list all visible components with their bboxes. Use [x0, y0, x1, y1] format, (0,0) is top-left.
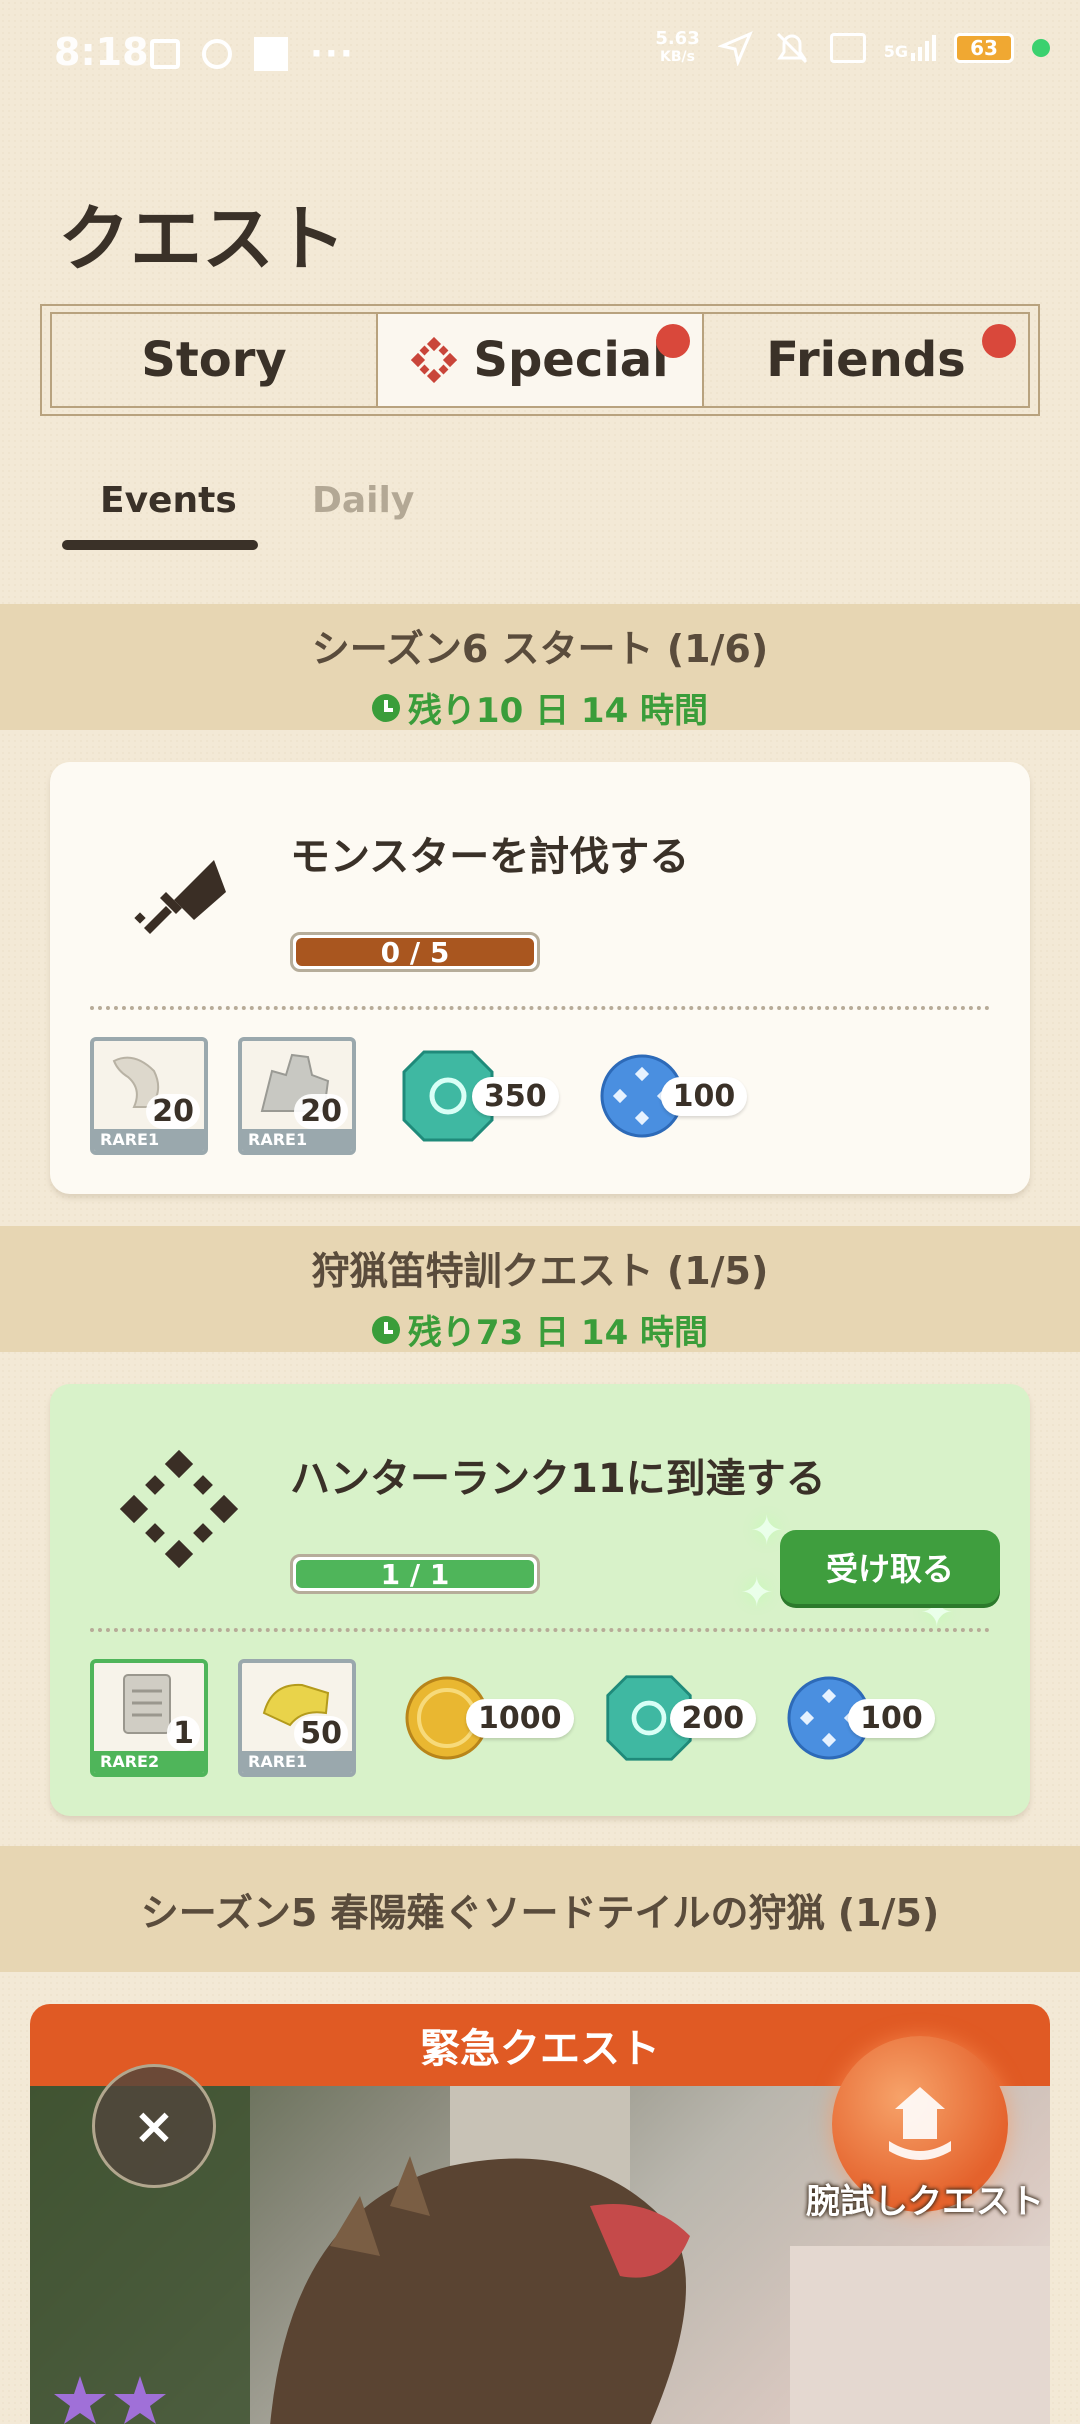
reward-item[interactable]: 20 RARE1 [90, 1037, 208, 1155]
reward-item[interactable]: 20 RARE1 [238, 1037, 356, 1155]
assistant-icon [202, 39, 232, 69]
section-header: シーズン6 スタート (1/6) 残り10 日 14 時間 [0, 604, 1080, 732]
more-dots-icon: ··· [310, 34, 355, 74]
reward-item[interactable]: 50 RARE1 [238, 1659, 356, 1777]
signal-5g-icon: 5G [884, 35, 936, 61]
diamond-emblem-icon [411, 337, 458, 383]
reward-list: 20 RARE1 20 RARE1 350 100 [90, 1036, 748, 1156]
page-title: クエスト [58, 197, 347, 281]
quest-progress-bar: 1 / 1 [290, 1554, 540, 1594]
section-timer-text: 残り73 日 14 時間 [407, 1313, 709, 1353]
status-time: 8:18 [54, 30, 149, 74]
claim-button[interactable]: 受け取る [780, 1530, 1000, 1604]
card-divider [90, 1628, 990, 1632]
quest-progress-fill: 1 / 1 [296, 1557, 534, 1591]
tab-story[interactable]: Story [52, 314, 376, 406]
status-left-icons: ··· [150, 34, 355, 74]
star-rating-icon [54, 2376, 166, 2424]
tab-bar: Story Special Friends [50, 312, 1030, 408]
diamond-emblem-icon [119, 1449, 239, 1569]
location-arrow-icon [717, 31, 753, 66]
trial-quest-label: 腕試しクエスト [806, 2182, 1044, 2222]
reward-quantity: 100 [848, 1698, 935, 1738]
network-speed-unit: KB/s [660, 49, 695, 65]
tab-story-label: Story [141, 332, 287, 388]
sim-icon [829, 33, 866, 63]
reward-list: 1 RARE2 50 RARE1 1000 200 100 [90, 1658, 935, 1778]
section-title: シーズン6 スタート (1/6) [311, 627, 769, 671]
active-indicator-dot [1032, 39, 1050, 57]
status-right-icons: 5.63 KB/s 5G 63 [655, 30, 1050, 66]
section-header: 狩猟笛特訓クエスト (1/5) 残り73 日 14 時間 [0, 1226, 1080, 1354]
tab-special[interactable]: Special [376, 314, 702, 406]
rarity-label: RARE2 [94, 1751, 204, 1773]
subtab-daily[interactable]: Daily [312, 480, 414, 521]
screen-icon [150, 39, 180, 69]
tab-friends[interactable]: Friends [702, 314, 1028, 406]
trial-quest-icon [889, 2087, 951, 2160]
battery-indicator: 63 [954, 33, 1014, 63]
mute-icon [776, 32, 807, 64]
tab-friends-label: Friends [766, 332, 966, 388]
section-timer: 残り73 日 14 時間 [0, 1305, 1080, 1354]
tab-special-label: Special [473, 332, 669, 388]
battery-level: 63 [970, 36, 998, 60]
reward-quantity: 1000 [466, 1698, 574, 1738]
reward-quantity: 1 [167, 1716, 200, 1751]
rarity-label: RARE1 [242, 1751, 352, 1773]
signal-label: 5G [883, 42, 908, 61]
rarity-label: RARE1 [94, 1129, 204, 1151]
reward-currency[interactable]: 1000 [404, 1658, 574, 1778]
section-title: 狩猟笛特訓クエスト (1/5) [311, 1249, 769, 1293]
network-speed-value: 5.63 [655, 28, 700, 49]
section-timer-text: 残り10 日 14 時間 [407, 691, 709, 731]
reward-quantity: 100 [660, 1076, 748, 1116]
quest-progress-text: 1 / 1 [380, 1557, 450, 1591]
quest-title: ハンターランク11に到達する [290, 1456, 826, 1502]
reward-currency[interactable]: 200 [604, 1658, 757, 1778]
quest-title: モンスターを討伐する [290, 834, 690, 880]
close-icon: × [133, 2097, 175, 2155]
reward-currency[interactable]: 100 [786, 1658, 935, 1778]
subtab-active-underline [62, 540, 258, 550]
reward-quantity: 20 [146, 1094, 200, 1129]
rarity-label: RARE1 [242, 1129, 352, 1151]
network-speed: 5.63 KB/s [655, 30, 699, 66]
sparkle-icon: ✦ [750, 1508, 784, 1554]
subtab-events[interactable]: Events [100, 480, 237, 521]
quest-card-completed: ハンターランク11に到達する 1 / 1 ✦ ✦ ✦ 受け取る 1 RARE2 … [50, 1384, 1030, 1816]
quest-card: モンスターを討伐する 0 / 5 20 RARE1 20 RARE1 350 1… [50, 762, 1030, 1194]
notification-badge [982, 324, 1016, 358]
notification-badge [656, 324, 690, 358]
clock-icon [371, 1315, 400, 1344]
quest-progress-fill: 0 / 5 [296, 935, 534, 969]
close-button[interactable]: × [92, 2064, 216, 2188]
reward-item[interactable]: 1 RARE2 [90, 1659, 208, 1777]
quest-progress-text: 0 / 5 [380, 935, 450, 969]
sword-icon [134, 860, 226, 934]
status-bar: 8:18 ··· 5.63 KB/s 5G 63 [0, 0, 1080, 110]
clock-icon [371, 693, 400, 722]
quest-progress-bar: 0 / 5 [290, 932, 540, 972]
reward-currency[interactable]: 100 [599, 1036, 748, 1156]
reward-quantity: 50 [294, 1716, 348, 1751]
section-title: シーズン5 春陽薙ぐソードテイルの狩猟 (1/5) [140, 1890, 940, 1935]
reward-quantity: 20 [294, 1094, 348, 1129]
reward-quantity: 200 [669, 1698, 757, 1738]
reward-quantity: 350 [472, 1076, 559, 1116]
reward-currency[interactable]: 350 [400, 1036, 559, 1156]
sparkle-icon: ✦ [740, 1570, 774, 1616]
square-icon [254, 37, 288, 71]
card-divider [90, 1006, 990, 1010]
section-timer: 残り10 日 14 時間 [0, 683, 1080, 732]
section-header: シーズン5 春陽薙ぐソードテイルの狩猟 (1/5) [0, 1846, 1080, 1972]
